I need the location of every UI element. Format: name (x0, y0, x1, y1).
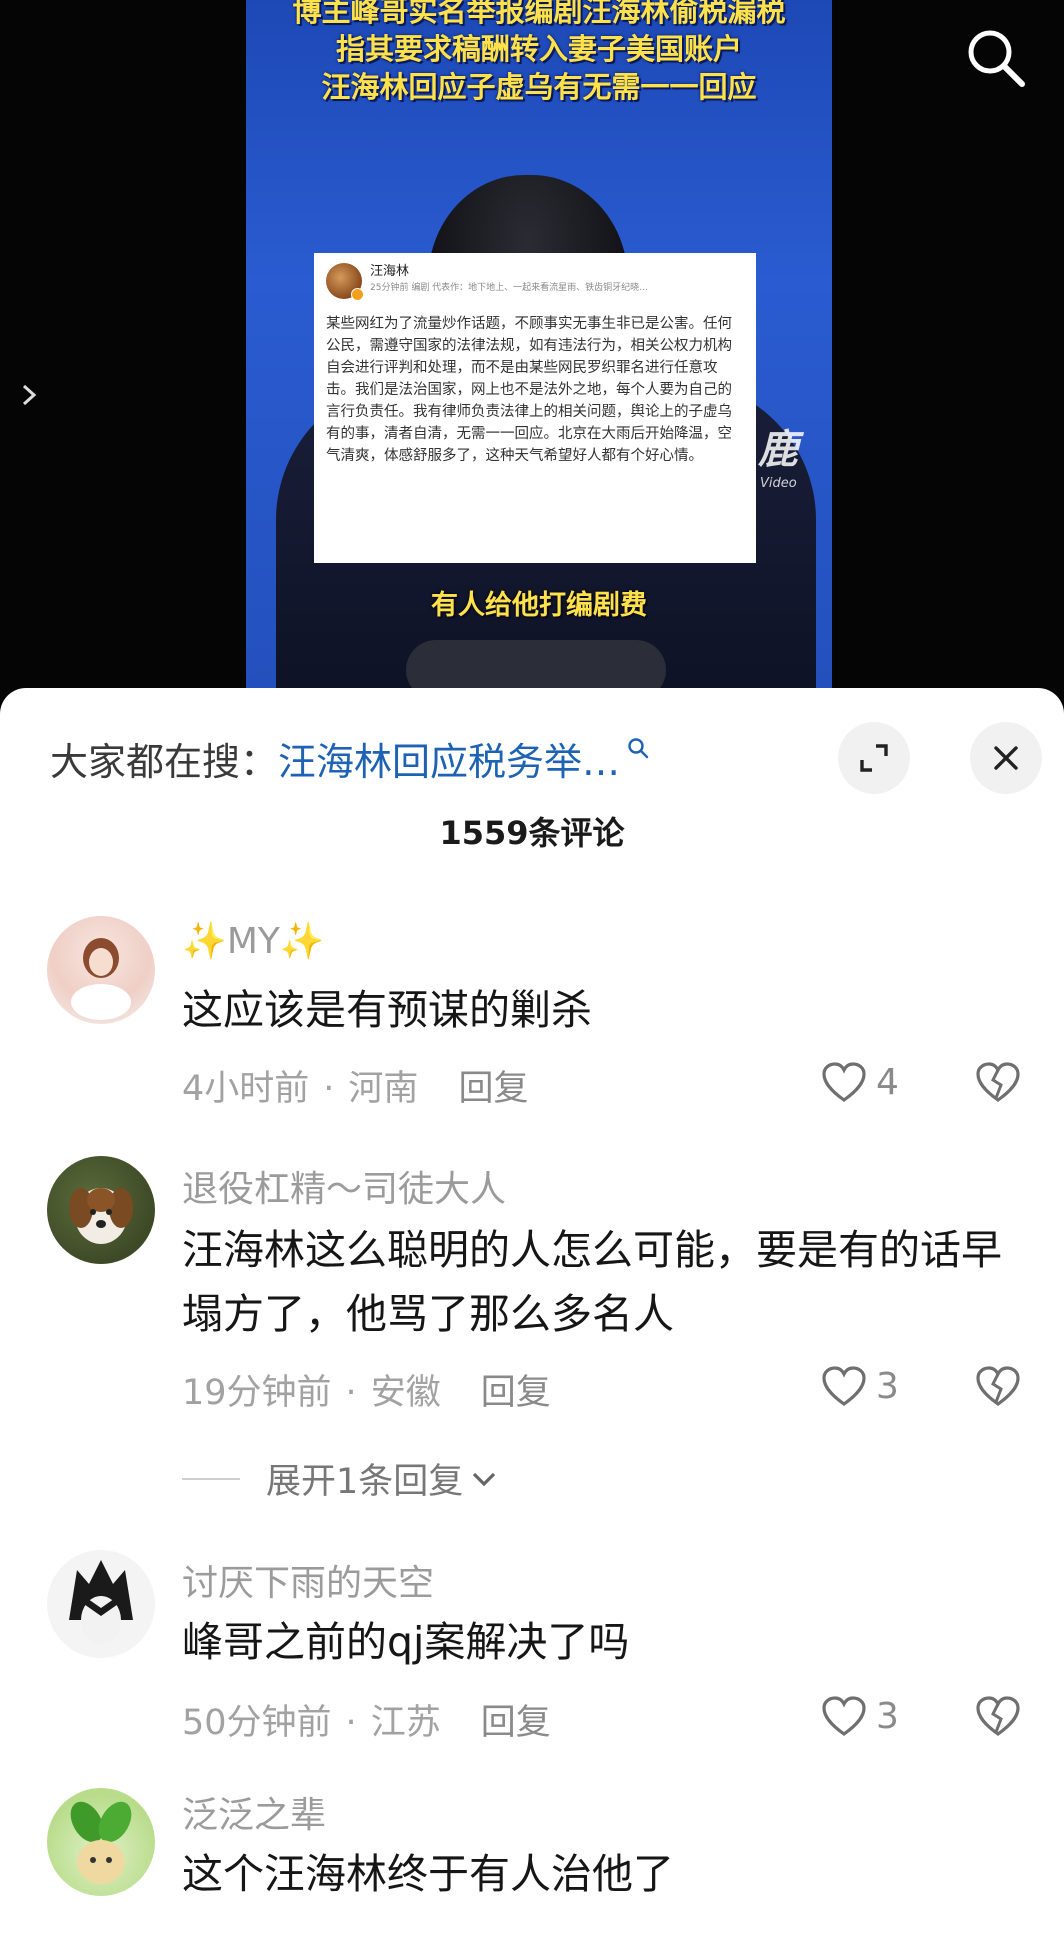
trending-search-link[interactable]: 汪海林回应税务举… (278, 731, 620, 786)
heart-icon (822, 1366, 866, 1406)
broken-heart-icon (976, 1062, 1020, 1102)
comment-time: 50分钟前 (182, 1703, 332, 1743)
expand-icon (860, 744, 888, 772)
like-button[interactable]: 3 (820, 1364, 899, 1408)
comment-count: 1559条评论 (439, 814, 625, 852)
expand-replies-button[interactable]: 展开1条回复 (182, 1453, 499, 1504)
video-watermark: 鹿 (758, 427, 798, 473)
video-player[interactable]: 博主峰哥实名举报编剧汪海林偷税漏税 指其要求稿酬转入妻子美国账户 汪海林回应子虚… (0, 0, 1064, 700)
post-body-text: 某些网红为了流量炒作话题，不顾事实无事生非已是公害。任何公民，需遵守国家的法律法… (326, 316, 732, 464)
post-time-meta: 25分钟前 编剧 代表作：地下地上、一起来看流星雨、铁齿铜牙纪晓… (370, 283, 649, 293)
headline-line-2: 指其要求稿酬转入妻子美国账户 (335, 32, 742, 66)
avatar[interactable] (47, 1156, 155, 1264)
video-headline: 博主峰哥实名举报编剧汪海林偷税漏税 指其要求稿酬转入妻子美国账户 汪海林回应子虚… (246, 0, 832, 106)
like-button[interactable]: 3 (820, 1694, 899, 1738)
comment-text: 汪海林这么聪明的人怎么可能，要是有的话早塌方了，他骂了那么多名人 (182, 1226, 1002, 1338)
comment-author[interactable]: 退役杠精～司徒大人 (182, 1160, 506, 1212)
avatar[interactable] (47, 1550, 155, 1658)
comment-time: 19分钟前 (182, 1373, 332, 1413)
comment-text: 峰哥之前的qj案解决了吗 (182, 1618, 630, 1666)
close-button[interactable] (970, 722, 1042, 794)
comment-meta: 50分钟前 · 江苏 回复 (182, 1694, 551, 1745)
comment-author[interactable]: 讨厌下雨的天空 (182, 1554, 434, 1606)
trending-search-prefix: 大家都在搜： (50, 739, 279, 784)
headline-line-1: 博主峰哥实名举报编剧汪海林偷税漏税 (292, 0, 786, 28)
headline-line-3: 汪海林回应子虚乌有无需一一回应 (321, 70, 757, 104)
heart-icon (822, 1062, 866, 1102)
comment-text: 这个汪海林终于有人治他了 (182, 1850, 674, 1898)
comment-location: 江苏 (370, 1703, 441, 1743)
dislike-button[interactable] (974, 1060, 1022, 1108)
meta-separator: · (323, 1069, 335, 1109)
broken-heart-icon (976, 1366, 1020, 1406)
like-button[interactable]: 4 (820, 1060, 899, 1104)
like-count: 4 (876, 1061, 899, 1103)
post-author-avatar (326, 263, 364, 301)
avatar[interactable] (47, 916, 155, 1024)
meta-separator: · (345, 1373, 357, 1413)
fullscreen-button[interactable] (838, 722, 910, 794)
screenshot-post-card: 汪海林 25分钟前 编剧 代表作：地下地上、一起来看流星雨、铁齿铜牙纪晓… 某些… (314, 253, 756, 563)
comment-location: 河南 (348, 1069, 419, 1109)
video-watermark-sub: Video (760, 476, 797, 491)
divider (182, 1477, 240, 1480)
trending-search[interactable]: 大家都在搜： 汪海林回应税务举… (50, 728, 650, 788)
dislike-button[interactable] (974, 1364, 1022, 1412)
video-caption: 有人给他打编剧费 (431, 590, 647, 621)
search-icon[interactable] (960, 22, 1030, 92)
video-frame: 博主峰哥实名举报编剧汪海林偷税漏税 指其要求稿酬转入妻子美国账户 汪海林回应子虚… (246, 0, 832, 700)
comment-text: 这应该是有预谋的剿杀 (182, 986, 592, 1034)
like-count: 3 (876, 1365, 899, 1407)
meta-separator: · (345, 1703, 357, 1743)
reply-button[interactable]: 回复 (458, 1069, 528, 1109)
comment-sheet: 大家都在搜： 汪海林回应税务举… 1559条评论 ✨MY✨ 这应该是有预谋的剿杀… (0, 688, 1064, 1948)
comment-author[interactable]: ✨MY✨ (182, 920, 325, 962)
avatar[interactable] (47, 1788, 155, 1896)
expand-replies-label: 展开1条回复 (266, 1462, 464, 1502)
search-icon (628, 738, 649, 759)
comment-time: 4小时前 (182, 1069, 310, 1109)
broken-heart-icon (976, 1696, 1020, 1736)
comment-author[interactable]: 泛泛之辈 (182, 1786, 326, 1838)
post-author-name: 汪海林 (370, 264, 410, 279)
chevron-down-icon (473, 1472, 496, 1486)
comment-meta: 4小时前 · 河南 回复 (182, 1060, 528, 1111)
comment-meta: 19分钟前 · 安徽 回复 (182, 1364, 551, 1415)
dislike-button[interactable] (974, 1694, 1022, 1742)
heart-icon (822, 1696, 866, 1736)
comment-location: 安徽 (370, 1373, 441, 1413)
close-icon (994, 746, 1018, 770)
reply-button[interactable]: 回复 (481, 1703, 551, 1743)
reply-button[interactable]: 回复 (481, 1373, 551, 1413)
like-count: 3 (876, 1695, 899, 1737)
chevron-right-icon[interactable] (18, 380, 42, 410)
